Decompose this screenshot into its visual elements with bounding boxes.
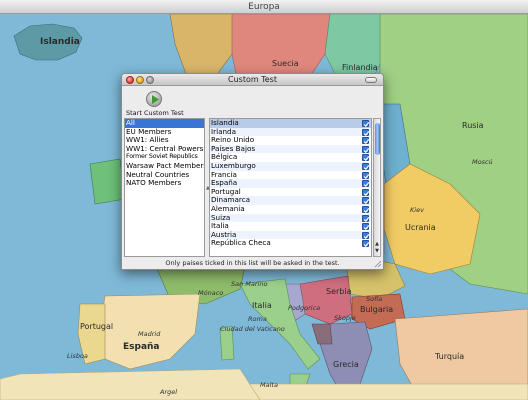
group-item[interactable]: WW1: Central Powers <box>125 145 204 154</box>
country-checkbox[interactable] <box>362 120 370 128</box>
group-item[interactable]: EU Members <box>125 128 204 137</box>
country-checkbox[interactable] <box>362 231 370 239</box>
country-list-scrollbar[interactable]: ▲ ▼ <box>373 118 381 257</box>
map-label-kiev: Kiev <box>410 206 424 214</box>
country-checkbox[interactable] <box>362 197 370 205</box>
group-item[interactable]: NATO Members <box>125 179 204 188</box>
country-checkbox[interactable] <box>362 171 370 179</box>
start-custom-test-label: Start Custom Test <box>126 109 184 117</box>
country-checkbox[interactable] <box>362 154 370 162</box>
group-item[interactable]: Warsaw Pact Members <box>125 162 204 171</box>
dialog-title: Custom Test <box>122 74 383 86</box>
minimize-button[interactable] <box>136 76 144 84</box>
map-country-irlanda[interactable] <box>89 158 126 205</box>
group-item[interactable]: Neutral Countries <box>125 171 204 180</box>
map-label-madrid: Madrid <box>138 330 161 338</box>
resize-grip-icon[interactable] <box>374 260 382 268</box>
toolbar-toggle-button[interactable] <box>365 77 377 83</box>
map-label-espana: España <box>123 342 160 352</box>
map-label-argel: Argel <box>159 388 177 396</box>
country-checkbox[interactable] <box>362 188 370 196</box>
group-item[interactable]: All <box>125 119 204 128</box>
group-list[interactable]: All EU Members WW1: Allies WW1: Central Pow… <box>124 118 205 257</box>
group-item[interactable]: Former Soviet Republics <box>125 153 204 162</box>
country-checkbox[interactable] <box>362 180 370 188</box>
group-item[interactable]: WW1: Allies <box>125 136 204 145</box>
map-label-roma: Roma <box>248 315 267 323</box>
country-checkbox[interactable] <box>362 240 370 248</box>
start-custom-test-button[interactable] <box>146 91 162 107</box>
checkmark-icon <box>363 242 370 248</box>
map-label-podgorica: Podgorica <box>288 304 320 312</box>
map-label-lisboa: Lisboa <box>67 352 88 360</box>
map-label-bulgaria: Bulgaria <box>360 305 393 314</box>
map-label-islandia: Islandia <box>40 37 80 47</box>
country-row[interactable]: Suiza <box>210 213 371 223</box>
window-title: Europa <box>0 0 528 14</box>
map-label-serbia: Serbia <box>326 287 352 296</box>
scroll-up-arrow-icon[interactable]: ▲ <box>374 241 380 247</box>
zoom-button[interactable] <box>146 76 154 84</box>
dialog-toolbar: Start Custom Test <box>122 87 383 117</box>
map-label-suecia: Suecia <box>272 59 299 68</box>
map-label-sofia: Sofía <box>366 295 382 303</box>
map-label-grecia: Grecia <box>333 360 359 369</box>
map-label-turquia: Turquía <box>434 352 464 361</box>
map-label-monaco: Mónaco <box>198 289 223 297</box>
scroll-down-arrow-icon[interactable]: ▼ <box>374 248 380 254</box>
map-label-finlandia: Finlandia <box>342 63 378 72</box>
play-icon <box>152 95 159 104</box>
country-checkbox[interactable] <box>362 205 370 214</box>
country-row[interactable]: Alemania <box>210 204 371 214</box>
country-checkbox[interactable] <box>362 137 370 145</box>
footer-note: Only paises ticked in this list will be … <box>165 259 340 267</box>
scroll-thumb[interactable] <box>375 123 380 155</box>
country-name: República Checa <box>211 238 271 248</box>
map-north-africa <box>0 368 261 400</box>
map-label-vaticano: Ciudad del Vaticano <box>220 325 285 333</box>
country-checkbox[interactable] <box>362 214 370 222</box>
country-checkbox[interactable] <box>362 223 370 231</box>
close-button[interactable] <box>126 76 134 84</box>
country-checkbox[interactable] <box>362 145 370 153</box>
map-label-malta: Malta <box>260 381 278 389</box>
country-checkbox[interactable] <box>362 128 370 136</box>
country-row[interactable]: República Checa <box>210 239 371 248</box>
map-label-portugal: Portugal <box>80 322 113 331</box>
country-checkbox[interactable] <box>362 162 370 171</box>
map-label-skopje: Skopje <box>334 314 356 322</box>
country-list[interactable]: Islandia Irlanda Reino Unido Países Bajos Bé… <box>209 118 372 257</box>
custom-test-dialog: Custom Test Start Custom Test All EU Memb… <box>121 73 384 270</box>
map-label-moscu: Moscú <box>472 158 493 166</box>
map-label-rusia: Rusia <box>462 121 484 130</box>
map-label-italia: Italia <box>252 301 272 310</box>
map-label-san-marino: San Marino <box>231 280 267 288</box>
map-label-ucrania: Ucrania <box>405 223 436 232</box>
